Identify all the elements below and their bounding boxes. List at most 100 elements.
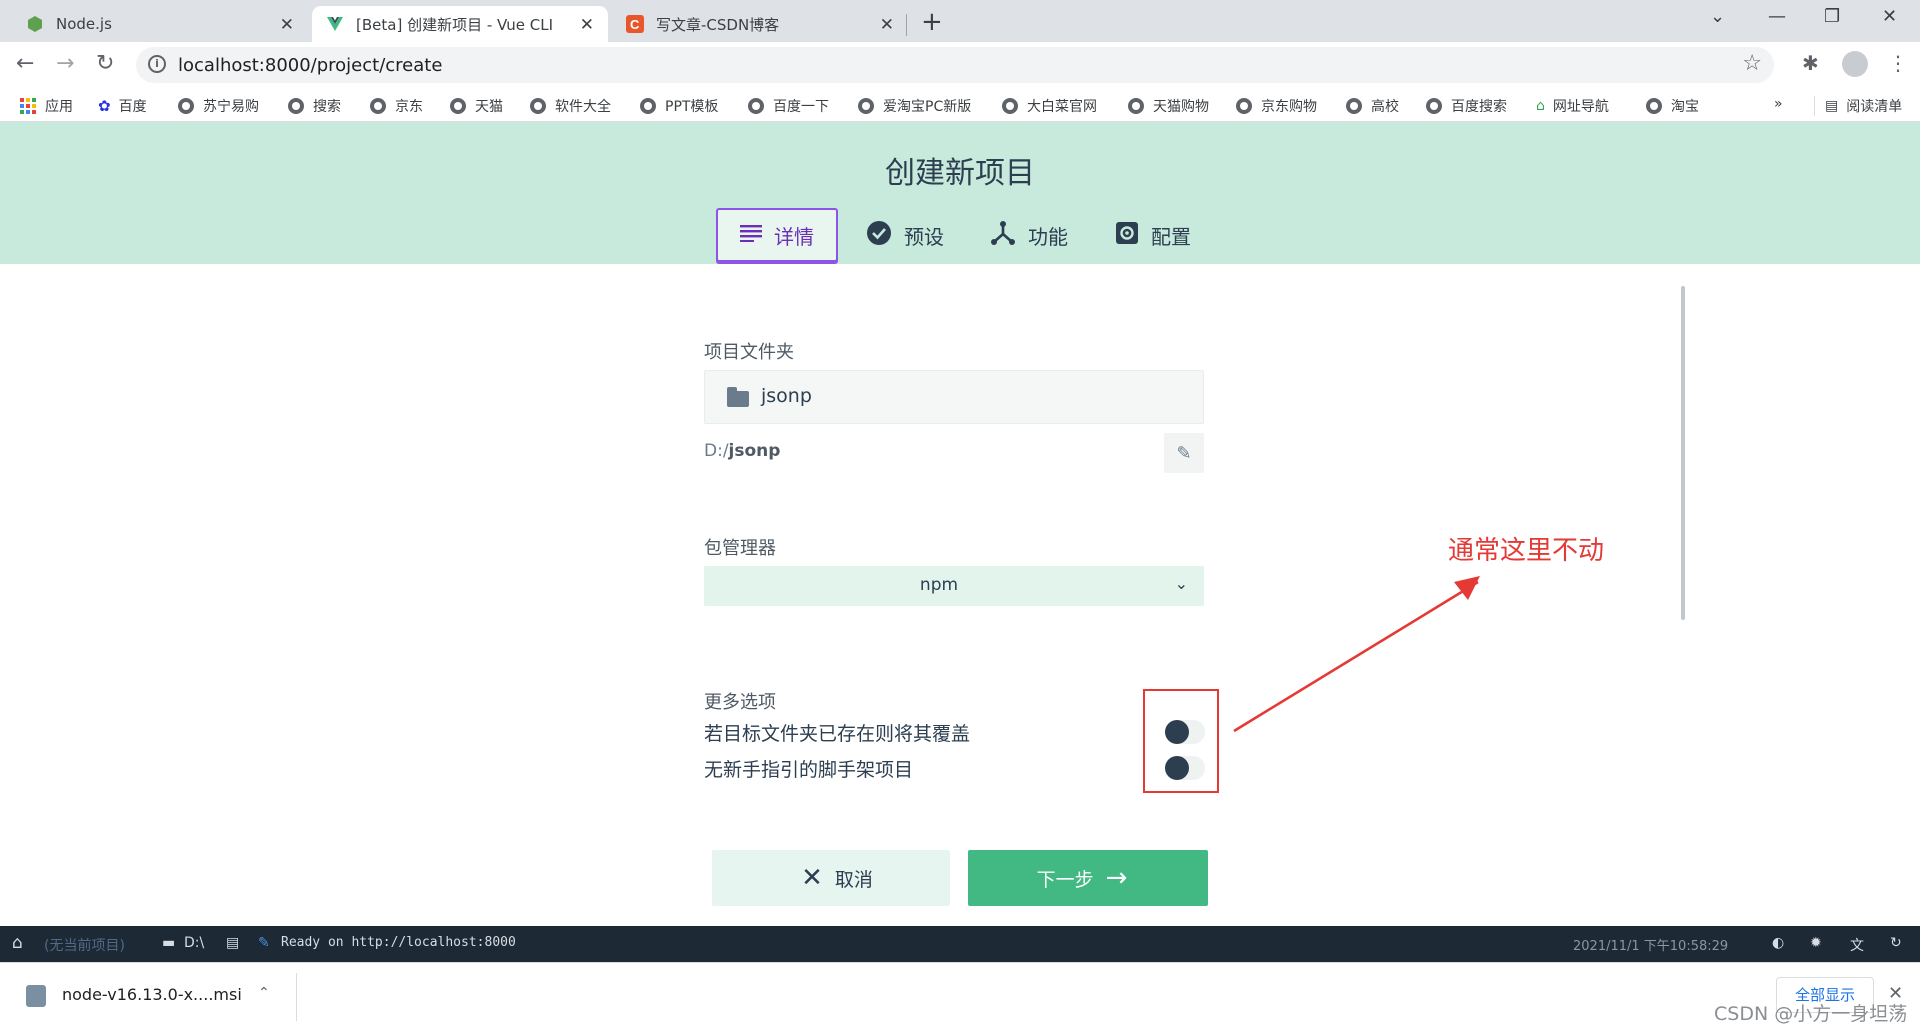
globe-icon (858, 98, 874, 114)
reading-list-icon: ▤ (1825, 98, 1839, 114)
download-shelf: node-v16.13.0-x....msi ⌃ 全部显示 ✕ CSDN @小方… (0, 962, 1920, 1030)
bookmark-item[interactable]: 百度一下 (748, 96, 829, 116)
edit-path-button[interactable]: ✎ (1164, 433, 1204, 473)
watermark: CSDN @小方一身坦荡 (1714, 1003, 1908, 1025)
bookmark-item[interactable]: 高校 (1346, 96, 1399, 116)
bookmark-item[interactable]: 天猫购物 (1128, 96, 1209, 116)
close-icon[interactable]: ✕ (880, 15, 894, 35)
folder-icon: ▬ (162, 935, 176, 951)
current-project[interactable]: (无当前项目) (44, 935, 125, 955)
close-icon[interactable]: ✕ (280, 15, 294, 35)
globe-icon (640, 98, 656, 114)
bug-icon[interactable]: ✹ (1810, 935, 1822, 951)
tab-nodejs[interactable]: Node.js ✕ (12, 6, 308, 42)
bookmark-item[interactable]: 苏宁易购 (178, 96, 259, 116)
restore-button[interactable]: ❐ (1824, 6, 1840, 27)
tab-label: 功能 (1028, 224, 1068, 249)
address-bar[interactable]: i localhost:8000/project/create ☆ (136, 47, 1774, 83)
bookmark-item[interactable]: 搜索 (288, 96, 341, 116)
tab-divider (906, 14, 907, 36)
option-overwrite-label: 若目标文件夹已存在则将其覆盖 (704, 723, 971, 745)
tab-details[interactable]: 详情 (716, 208, 838, 262)
bookmark-label: 高校 (1371, 99, 1399, 115)
translate-icon[interactable]: 文 (1850, 935, 1864, 955)
tab-vue-cli[interactable]: [Beta] 创建新项目 - Vue CLI ✕ (312, 6, 608, 42)
scrollbar[interactable] (1681, 286, 1685, 620)
globe-icon (1236, 98, 1252, 114)
bookmark-label: 大白菜官网 (1027, 99, 1097, 115)
bookmarks-overflow-button[interactable]: » (1774, 96, 1783, 112)
bookmarks-bar: 应用 ✿ 百度 苏宁易购 搜索 京东 天猫 软件大全 PPT模板 百度一下 爱淘宝… (0, 88, 1920, 122)
folder-name-input[interactable]: jsonp (704, 370, 1204, 424)
brush-icon: ✎ (258, 935, 270, 951)
chevron-up-icon[interactable]: ⌃ (258, 985, 270, 1001)
bookmark-item[interactable]: ⌂ 网址导航 (1536, 96, 1609, 116)
refresh-icon[interactable]: ↻ (1890, 935, 1902, 951)
console-icon[interactable]: ▤ (226, 935, 239, 951)
url-text[interactable]: localhost:8000/project/create (178, 55, 442, 76)
tab-title: Node.js (56, 15, 112, 33)
close-icon[interactable]: ✕ (580, 15, 594, 35)
globe-icon (1002, 98, 1018, 114)
tab-search-icon[interactable]: ⌄ (1710, 6, 1725, 27)
reading-list[interactable]: ▤ 阅读清单 (1814, 96, 1902, 116)
bookmark-item[interactable]: 京东 (370, 96, 423, 116)
bookmark-item[interactable]: 软件大全 (530, 96, 611, 116)
package-manager-select[interactable]: npm ⌄ (704, 566, 1204, 606)
new-tab-button[interactable]: + (921, 7, 943, 37)
minimize-button[interactable]: — (1768, 6, 1786, 27)
forward-icon[interactable]: → (56, 51, 74, 76)
bookmark-baidu[interactable]: ✿ 百度 (98, 96, 147, 116)
site-info-icon[interactable]: i (148, 55, 166, 73)
bookmark-label: 软件大全 (555, 99, 611, 115)
tab-csdn[interactable]: C 写文章-CSDN博客 ✕ (612, 6, 908, 42)
bookmark-label: 京东 (395, 99, 423, 115)
download-file-name[interactable]: node-v16.13.0-x....msi (62, 985, 242, 1004)
bookmark-item[interactable]: 大白菜官网 (1002, 96, 1097, 116)
arrow-right-icon: → (1105, 863, 1128, 893)
bookmark-apps[interactable]: 应用 (20, 96, 73, 116)
cancel-button[interactable]: ✕ 取消 (712, 850, 950, 906)
cancel-label: 取消 (834, 868, 873, 891)
tab-presets[interactable]: 预设 (848, 208, 962, 262)
globe-icon (1128, 98, 1144, 114)
back-icon[interactable]: ← (16, 51, 34, 76)
project-path: D:/jsonp (704, 441, 780, 461)
tab-title: [Beta] 创建新项目 - Vue CLI (356, 15, 554, 34)
tab-label: 预设 (904, 224, 944, 249)
bookmark-item[interactable]: 淘宝 (1646, 96, 1699, 116)
bookmark-item[interactable]: PPT模板 (640, 96, 718, 116)
bookmark-label: 天猫 (475, 99, 503, 115)
tab-config[interactable]: 配置 (1096, 208, 1210, 262)
reload-icon[interactable]: ↻ (96, 51, 114, 76)
window-close-button[interactable]: ✕ (1882, 6, 1897, 27)
contrast-icon[interactable]: ◐ (1772, 935, 1784, 951)
bookmark-item[interactable]: 百度搜索 (1426, 96, 1507, 116)
bookmark-item[interactable]: 爱淘宝PC新版 (858, 96, 971, 116)
next-button[interactable]: 下一步 → (968, 850, 1208, 906)
status-message: Ready on http://localhost:8000 (281, 935, 516, 950)
folder-name-value: jsonp (761, 385, 812, 407)
bookmark-label: 苏宁易购 (203, 99, 259, 115)
profile-avatar[interactable] (1842, 51, 1868, 77)
bookmark-item[interactable]: 京东购物 (1236, 96, 1317, 116)
check-circle-icon (866, 220, 892, 251)
csdn-icon: C (626, 15, 644, 33)
bookmark-star-icon[interactable]: ☆ (1742, 51, 1762, 76)
bookmark-label: 百度 (118, 99, 147, 115)
tab-label: 配置 (1151, 224, 1191, 249)
tab-features[interactable]: 功能 (972, 208, 1086, 262)
bookmark-item[interactable]: 天猫 (450, 96, 503, 116)
home-icon[interactable]: ⌂ (12, 933, 23, 953)
bookmark-label: 百度搜索 (1451, 99, 1507, 115)
bookmark-label: 百度一下 (773, 99, 829, 115)
path-folder: jsonp (728, 441, 781, 461)
extensions-icon[interactable]: ✱ (1802, 51, 1819, 75)
tab-label: 详情 (774, 224, 814, 249)
next-label: 下一步 (1036, 868, 1094, 891)
status-datetime: 2021/11/1 下午10:58:29 (1573, 939, 1729, 954)
nodejs-icon (28, 16, 42, 32)
menu-icon[interactable]: ⋮ (1888, 51, 1908, 75)
current-drive[interactable]: D:\ (184, 935, 204, 951)
package-manager-label: 包管理器 (704, 538, 776, 559)
